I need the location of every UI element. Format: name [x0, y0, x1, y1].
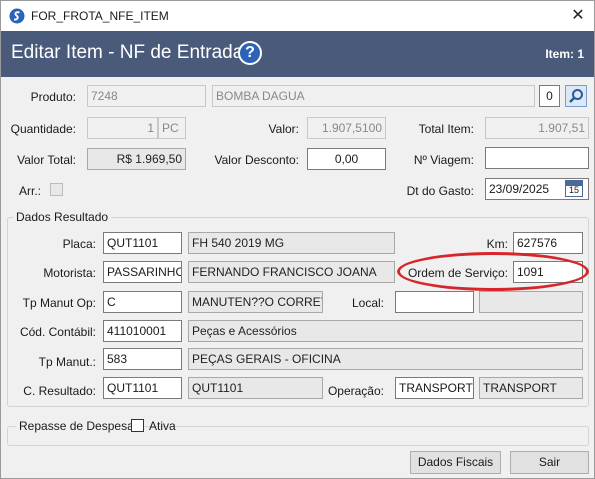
placa-label: Placa: [62, 237, 96, 251]
valor-desconto-label: Valor Desconto: [214, 153, 300, 167]
produto-label: Produto: [30, 90, 76, 104]
motorista-name-field: FERNANDO FRANCISCO JOANA [188, 261, 395, 283]
search-icon [569, 89, 583, 103]
operacao-code-field[interactable]: TRANSPORTE [395, 377, 474, 399]
c-resultado-label: C. Resultado: [23, 384, 96, 398]
valor-total-field: R$ 1.969,50 [87, 148, 186, 170]
total-item-label: Total Item: [418, 122, 474, 136]
c-resultado-code-field[interactable]: QUT1101 [103, 377, 182, 399]
n-viagem-label: Nº Viagem: [413, 153, 474, 167]
local-desc-field [479, 291, 583, 313]
arr-checkbox[interactable] [50, 183, 63, 196]
tp-manut-op-code-field[interactable]: C [103, 291, 182, 313]
valor-field[interactable]: 1.907,5100 [307, 117, 386, 139]
placa-code-field[interactable]: QUT1101 [103, 232, 182, 254]
produto-code-field[interactable]: 7248 [87, 85, 206, 107]
dados-fiscais-button[interactable]: Dados Fiscais [410, 451, 501, 474]
quantidade-field[interactable]: 1 [87, 117, 158, 139]
calendar-icon[interactable]: 15 [565, 180, 583, 197]
title-bar: FOR_FROTA_NFE_ITEM ✕ [1, 1, 594, 31]
produto-search-button[interactable] [565, 85, 587, 107]
calendar-day: 15 [568, 185, 579, 195]
item-number: Item: 1 [545, 47, 584, 61]
km-field[interactable]: 627576 [513, 232, 583, 254]
dados-resultado-title: Dados Resultado [13, 210, 112, 224]
tp-manut-op-desc-field: MANUTEN??O CORRETIV [188, 291, 323, 313]
placa-desc-field: FH 540 2019 MG [188, 232, 395, 254]
dialog-header: Editar Item - NF de Entrada ? Item: 1 [1, 31, 594, 77]
dt-gasto-label: Dt do Gasto: [406, 184, 474, 198]
dialog-window: FOR_FROTA_NFE_ITEM ✕ Editar Item - NF de… [0, 0, 595, 479]
help-icon[interactable]: ? [238, 41, 262, 65]
local-label: Local: [351, 296, 384, 310]
total-item-field: 1.907,51 [485, 117, 589, 139]
window-title: FOR_FROTA_NFE_ITEM [31, 9, 169, 23]
cod-contabil-label: Cód. Contábil: [19, 325, 96, 339]
tp-manut-op-label: Tp Manut Op: [22, 296, 96, 310]
unidade-field: PC [158, 117, 186, 139]
motorista-code-field[interactable]: PASSARINHO [103, 261, 182, 283]
motorista-label: Motorista: [43, 266, 96, 280]
produto-name-field[interactable]: BOMBA DAGUA [212, 85, 535, 107]
app-icon [9, 8, 25, 24]
cod-contabil-code-field[interactable]: 411010001 [103, 320, 182, 342]
valor-desconto-field[interactable]: 0,00 [307, 148, 386, 170]
quantidade-label: Quantidade: [10, 122, 76, 136]
sair-button[interactable]: Sair [510, 451, 589, 474]
ativa-checkbox[interactable] [131, 419, 144, 432]
tp-manut-label: Tp Manut.: [38, 355, 96, 369]
produto-qty-box: 0 [539, 85, 560, 107]
arr-label: Arr.: [18, 184, 41, 198]
page-title: Editar Item - NF de Entrada [11, 42, 244, 63]
local-code-field[interactable] [395, 291, 474, 313]
ordem-servico-highlight [397, 252, 589, 291]
valor-label: Valor: [268, 122, 299, 136]
km-label: Km: [486, 237, 508, 251]
repasse-title: Repasse de Despesa [16, 419, 137, 433]
cod-contabil-desc-field: Peças e Acessórios [188, 320, 583, 342]
tp-manut-code-field[interactable]: 583 [103, 348, 182, 370]
c-resultado-desc-field: QUT1101 [188, 377, 323, 399]
operacao-label: Operação: [327, 384, 384, 398]
n-viagem-field[interactable] [485, 147, 589, 169]
ativa-label: Ativa [149, 419, 176, 433]
operacao-desc-field: TRANSPORT [479, 377, 583, 399]
close-button[interactable]: ✕ [567, 5, 589, 27]
tp-manut-desc-field: PEÇAS GERAIS - OFICINA [188, 348, 583, 370]
valor-total-label: Valor Total: [17, 153, 76, 167]
